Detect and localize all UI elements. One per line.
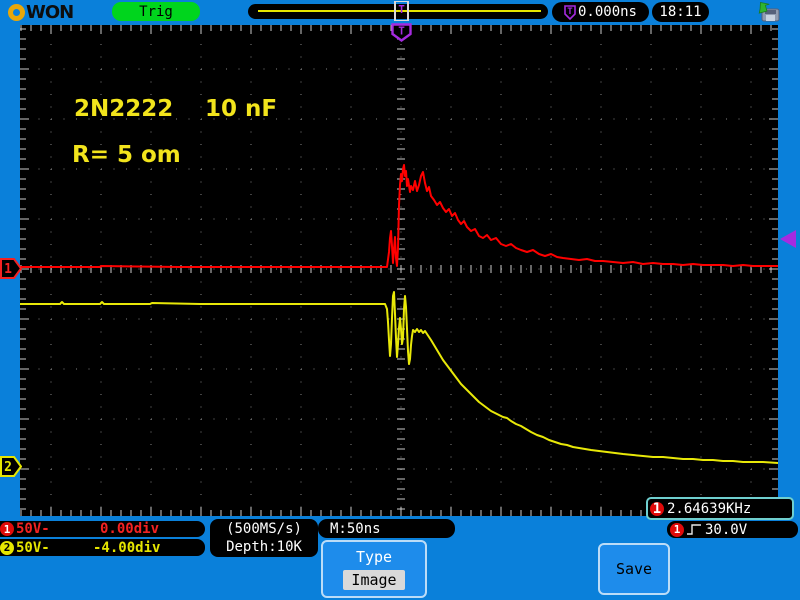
trigger-settings-readout: 1 30.0V — [667, 521, 798, 538]
type-value-selected[interactable]: Image — [343, 570, 405, 590]
owon-logo-text: WON — [26, 1, 74, 23]
trace-ch2 — [20, 291, 779, 464]
trigger-time-value: 0.000ns — [577, 4, 637, 20]
ch2-scale: 50V- — [16, 539, 50, 556]
waveform-display-area: 2N2222 10 nF R= 5 om — [20, 25, 779, 516]
trigger-level-value: 30.0V — [705, 521, 748, 538]
ch2-ground-marker[interactable]: 2 — [0, 456, 22, 477]
sample-rate: (500MS/s) — [226, 521, 302, 537]
annotation-part-number: 2N2222 — [74, 96, 174, 122]
svg-text:T: T — [398, 25, 405, 38]
trigger-status-badge: Trig — [112, 2, 200, 21]
svg-text:1: 1 — [4, 262, 12, 277]
ch1-badge-icon: 1 — [650, 501, 664, 517]
ch2-badge-icon: 2 — [0, 540, 14, 555]
owon-logo: WON — [8, 1, 74, 23]
trigger-position-window-indicator[interactable]: T — [394, 1, 409, 21]
ch1-position: 0.00div — [100, 521, 160, 537]
svg-text:2: 2 — [4, 460, 12, 475]
trigger-level-arrow[interactable] — [779, 230, 797, 249]
owon-logo-o-icon — [8, 3, 25, 21]
frequency-counter: 1 2.64639KHz — [646, 497, 794, 520]
trigger-position-marker[interactable]: T — [391, 23, 412, 42]
ch1-info-readout: 1 50V- 0.00div — [0, 521, 205, 537]
ch2-info-readout: 2 50V- -4.00div — [0, 539, 205, 556]
memory-depth: Depth:10K — [226, 539, 302, 555]
trace-ch1 — [20, 164, 778, 268]
trigger-time-readout: T 0.000ns — [552, 2, 649, 22]
trigger-t-icon: T — [564, 4, 576, 20]
oscilloscope-screen: WON Trig T T 0.000ns 18:11 2N2222 10 nF … — [0, 0, 800, 600]
type-menu-button[interactable]: Type Image — [321, 540, 427, 598]
ch1-badge-icon: 1 — [0, 522, 14, 536]
ch2-position: -4.00div — [93, 539, 161, 556]
trigger-source-badge-icon: 1 — [670, 522, 684, 537]
ch1-ground-marker[interactable]: 1 — [0, 258, 22, 279]
rising-edge-icon — [687, 524, 701, 535]
clock-readout: 18:11 — [652, 2, 709, 22]
svg-text:T: T — [567, 7, 573, 17]
annotation-resistance: R= 5 om — [72, 142, 181, 168]
timebase-readout: M:50ns — [318, 519, 455, 538]
usb-storage-icon — [758, 2, 780, 22]
acquisition-readout: (500MS/s) Depth:10K — [210, 519, 318, 557]
frequency-value: 2.64639KHz — [667, 500, 752, 517]
ch1-scale: 50V- — [16, 521, 50, 537]
top-status-bar: WON Trig T T 0.000ns 18:11 — [0, 0, 800, 25]
annotation-capacitance: 10 nF — [205, 96, 278, 122]
type-label: Type — [355, 548, 393, 566]
save-button[interactable]: Save — [598, 543, 670, 595]
